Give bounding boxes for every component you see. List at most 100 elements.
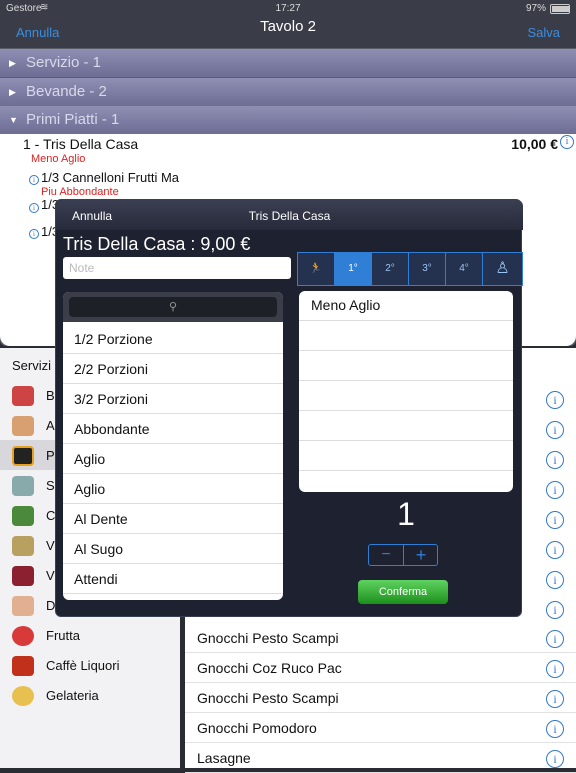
info-icon[interactable]: i — [546, 391, 564, 409]
option-label: Aglio — [74, 481, 106, 497]
modifier-option[interactable]: 2/2 Porzioni — [63, 354, 283, 384]
option-label: Aglio — [74, 451, 106, 467]
ice-cream-icon — [12, 686, 34, 706]
info-icon[interactable]: i — [546, 720, 564, 738]
course-2-button[interactable]: 2° — [372, 253, 409, 285]
modifier-option[interactable]: Aglio — [63, 444, 283, 474]
popover-header: Annulla Tris Della Casa — [56, 200, 523, 230]
modifier-option[interactable]: Aglio — [63, 474, 283, 504]
empty-row — [299, 441, 513, 471]
option-label: 3/2 Porzioni — [74, 391, 148, 407]
wine-glass-icon — [12, 566, 34, 586]
info-icon[interactable]: i — [546, 690, 564, 708]
category-label: Frutta — [46, 628, 80, 643]
category-item[interactable]: Caffè Liquori — [0, 650, 180, 680]
modifier-option[interactable]: 3/2 Porzioni — [63, 384, 283, 414]
info-icon[interactable]: i — [29, 229, 39, 239]
order-item-main[interactable]: 1 - Tris Della Casa — [23, 136, 138, 152]
info-icon[interactable]: i — [29, 175, 39, 185]
info-icon[interactable]: i — [546, 481, 564, 499]
course-4-button[interactable]: 4° — [446, 253, 483, 285]
section-servizio[interactable]: ▶ Servizio - 1 — [0, 49, 576, 77]
quantity-value: 1 — [397, 496, 415, 532]
modifier-option[interactable]: Al Dente — [63, 504, 283, 534]
info-icon[interactable]: i — [546, 601, 564, 619]
page-title: Tavolo 2 — [260, 18, 316, 35]
section-label: Primi Piatti - 1 — [26, 111, 120, 128]
salad-icon — [12, 506, 34, 526]
product-row[interactable]: Gnocchi Pesto Scampi i — [185, 683, 576, 713]
quantity-stepper: − + — [368, 544, 438, 566]
collapse-arrow-icon: ▼ — [9, 115, 18, 125]
section-bevande[interactable]: ▶ Bevande - 2 — [0, 78, 576, 106]
order-subitem[interactable]: 1/3 Cannelloni Frutti Ma — [41, 170, 179, 185]
product-row[interactable]: Gnocchi Coz Ruco Pac i — [185, 653, 576, 683]
info-icon[interactable]: i — [546, 660, 564, 678]
save-button[interactable]: Salva — [527, 25, 560, 40]
option-label: Al Sugo — [74, 541, 124, 557]
category-label: S — [46, 478, 55, 493]
modifier-option[interactable]: 1/2 Porzione — [63, 324, 283, 354]
search-input[interactable]: ⚲ — [69, 297, 277, 317]
category-label: V — [46, 568, 55, 583]
item-options-popover: Annulla Tris Della Casa Tris Della Casa … — [55, 199, 523, 617]
info-icon[interactable]: i — [546, 451, 564, 469]
info-icon[interactable]: i — [546, 511, 564, 529]
empty-row — [299, 351, 513, 381]
category-label: Caffè Liquori — [46, 658, 120, 673]
pasta-icon — [12, 446, 34, 466]
empty-row — [299, 411, 513, 441]
category-item[interactable]: Gelateria — [0, 680, 180, 710]
search-bar: ⚲ — [63, 292, 283, 322]
confirm-button[interactable]: Conferma — [358, 580, 448, 604]
category-label: D — [46, 598, 56, 613]
category-item[interactable]: Frutta — [0, 620, 180, 650]
cake-icon — [12, 596, 34, 616]
course-1-button[interactable]: 1° — [335, 253, 372, 285]
coffee-cup-icon — [12, 656, 34, 676]
product-row[interactable]: Gnocchi Pomodoro i — [185, 713, 576, 743]
empty-row — [299, 381, 513, 411]
runner-icon[interactable]: 🏃 — [298, 253, 335, 285]
search-icon: ⚲ — [168, 301, 178, 313]
selected-modifiers: Meno Aglio — [299, 291, 513, 492]
category-label: P — [46, 448, 55, 463]
increment-button[interactable]: + — [404, 545, 438, 565]
section-primi-piatti[interactable]: ▼ Primi Piatti - 1 — [0, 106, 576, 134]
clock: 17:27 — [275, 3, 301, 14]
modifier-option[interactable]: Al Sugo — [63, 534, 283, 564]
info-icon[interactable]: i — [546, 571, 564, 589]
info-icon[interactable]: i — [546, 630, 564, 648]
option-label: 2/2 Porzioni — [74, 361, 148, 377]
info-icon[interactable]: i — [546, 421, 564, 439]
info-icon[interactable]: i — [546, 541, 564, 559]
modifier-label: Meno Aglio — [311, 297, 381, 313]
decrement-button[interactable]: − — [369, 545, 404, 565]
info-icon[interactable]: i — [560, 135, 574, 149]
note-field[interactable]: Note — [63, 257, 291, 279]
section-label: Bevande - 2 — [26, 83, 107, 100]
selected-modifier[interactable]: Meno Aglio — [299, 291, 513, 321]
status-bar: Gestore ≋ 17:27 97% — [0, 0, 576, 18]
wine-bottle-icon — [12, 536, 34, 556]
person-icon[interactable]: ♙ — [483, 253, 522, 285]
popover-title: Tris Della Casa — [248, 209, 331, 223]
option-label: Abbondante — [74, 421, 150, 437]
product-label: Gnocchi Pesto Scampi — [197, 630, 339, 646]
course-selector: 🏃 1° 2° 3° 4° ♙ — [297, 252, 523, 286]
item-price-line: Tris Della Casa : 9,00 € — [63, 234, 251, 254]
category-label: A — [46, 418, 55, 433]
empty-row — [299, 321, 513, 351]
option-label: 1/2 Porzione — [74, 331, 153, 347]
option-label: Attendi — [74, 571, 118, 587]
info-icon[interactable]: i — [546, 750, 564, 768]
product-row[interactable]: Gnocchi Pesto Scampi i — [185, 623, 576, 653]
watermelon-icon — [12, 626, 34, 646]
product-row[interactable]: Lasagne i — [185, 743, 576, 773]
modifier-option[interactable]: Abbondante — [63, 414, 283, 444]
order-item-modifier: Meno Aglio — [31, 153, 86, 165]
info-icon[interactable]: i — [29, 203, 39, 213]
category-label: Gelateria — [46, 688, 99, 703]
course-3-button[interactable]: 3° — [409, 253, 446, 285]
modifier-option[interactable]: Attendi — [63, 564, 283, 594]
